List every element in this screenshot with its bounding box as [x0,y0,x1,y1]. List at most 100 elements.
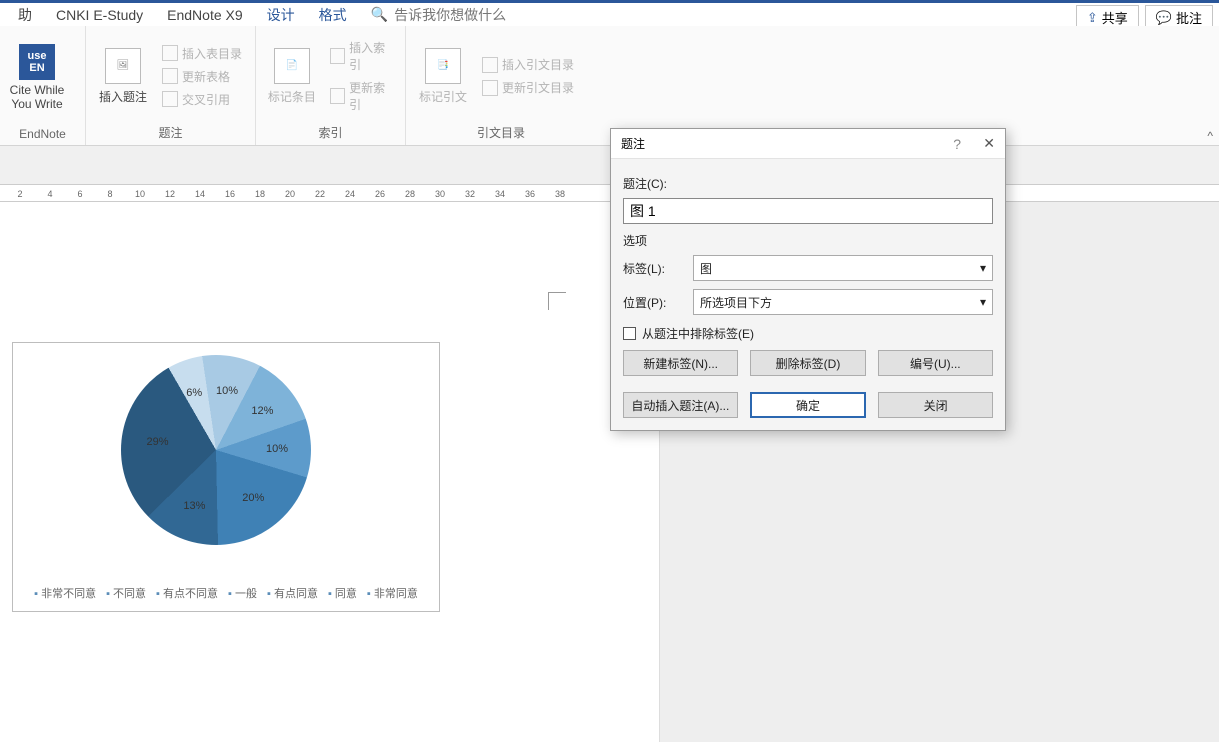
insert-index-label: 插入索引 [349,39,395,73]
chevron-down-icon: ▾ [980,261,986,275]
ribbon-group-label-citation: 引文目录 [412,122,590,145]
update-index-button[interactable]: 更新索引 [326,77,399,115]
ribbon-group-label-endnote: EndNote [6,125,79,145]
ruler-tick: 20 [285,189,295,199]
dialog-title-text: 题注 [621,135,645,152]
new-label-button[interactable]: 新建标签(N)... [623,350,738,376]
ruler-tick: 12 [165,189,175,199]
position-label: 位置(P): [623,294,683,311]
legend-item: 非常不同意 [34,585,96,601]
endnote-icon: useEN [19,44,55,80]
chevron-down-icon: ▾ [980,295,986,309]
crossref-icon [162,91,178,107]
ruler-tick: 4 [47,189,52,199]
ruler-tick: 16 [225,189,235,199]
ribbon-group-label-caption: 题注 [92,122,249,145]
share-icon: ⇪ [1087,10,1098,26]
tab-format[interactable]: 格式 [307,3,359,26]
cross-ref-button[interactable]: 交叉引用 [158,89,246,110]
mark-entry-button[interactable]: 📄 标记条目 [262,30,322,122]
cross-ref-label: 交叉引用 [182,91,230,108]
chart-legend: 非常不同意不同意有点不同意一般有点同意同意非常同意 [13,585,439,601]
tab-cnki[interactable]: CNKI E-Study [44,3,155,26]
tab-design[interactable]: 设计 [255,3,307,26]
ruler-tick: 30 [435,189,445,199]
list-icon [330,48,345,64]
ruler-tick: 28 [405,189,415,199]
caption-icon: 🖼 [105,48,141,84]
tag-select-value: 图 [700,260,712,277]
refresh-icon [482,80,498,96]
pie-slice-label: 6% [186,387,202,399]
ruler-tick: 14 [195,189,205,199]
position-select[interactable]: 所选项目下方 ▾ [693,289,993,315]
endnote-cite-label: Cite While You Write [6,84,68,110]
insert-index-button[interactable]: 插入索引 [326,37,399,75]
update-table-button[interactable]: 更新表格 [158,66,246,87]
comment-label: 批注 [1176,8,1202,27]
refresh-icon [330,88,345,104]
insert-caption-label: 插入题注 [99,88,147,105]
dialog-titlebar[interactable]: 题注 ? ✕ [611,129,1005,159]
ruler-tick: 24 [345,189,355,199]
legend-item: 有点同意 [267,585,318,601]
ruler-tick: 34 [495,189,505,199]
tell-me-placeholder: 告诉我你想做什么 [394,5,506,25]
insert-tof-label: 插入表目录 [182,45,242,62]
ruler-tick: 26 [375,189,385,199]
legend-item: 不同意 [106,585,146,601]
insert-toa-button[interactable]: 插入引文目录 [478,54,578,75]
tell-me-search[interactable]: 🔍 告诉我你想做什么 [371,5,506,25]
pie-slice-label: 10% [216,385,238,397]
pie-chart-object[interactable]: 6%10%12%10%20%13%29% 非常不同意不同意有点不同意一般有点同意… [12,342,440,612]
position-select-value: 所选项目下方 [700,294,772,311]
endnote-cite-button[interactable]: useEN Cite While You Write [6,30,68,125]
list-icon [482,57,498,73]
dialog-close-button[interactable]: ✕ [983,135,995,152]
insert-caption-button[interactable]: 🖼 插入题注 [92,30,154,122]
page-corner-mark [548,292,566,310]
ruler-tick: 2 [17,189,22,199]
auto-caption-button[interactable]: 自动插入题注(A)... [623,392,738,418]
ruler-tick: 18 [255,189,265,199]
ruler-tick: 38 [555,189,565,199]
exclude-label-checkbox[interactable]: 从题注中排除标签(E) [623,325,993,342]
exclude-label-text: 从题注中排除标签(E) [642,325,754,342]
comment-icon: 💬 [1156,10,1172,26]
search-icon: 🔍 [371,6,388,23]
refresh-icon [162,68,178,84]
document-page[interactable]: 6%10%12%10%20%13%29% 非常不同意不同意有点不同意一般有点同意… [0,202,660,742]
ok-button[interactable]: 确定 [750,392,867,418]
ribbon-group-label-index: 索引 [262,122,399,145]
numbering-button[interactable]: 编号(U)... [878,350,993,376]
update-table-label: 更新表格 [182,68,230,85]
ruler-tick: 6 [77,189,82,199]
legend-item: 非常同意 [367,585,418,601]
tag-select[interactable]: 图 ▾ [693,255,993,281]
caption-dialog: 题注 ? ✕ 题注(C): 选项 标签(L): 图 ▾ 位置(P): 所选项目下… [610,128,1006,431]
insert-tof-button[interactable]: 插入表目录 [158,43,246,64]
close-button[interactable]: 关闭 [878,392,993,418]
ruler-tick: 8 [107,189,112,199]
update-toa-label: 更新引文目录 [502,79,574,96]
ruler-tick: 22 [315,189,325,199]
legend-item: 同意 [328,585,357,601]
pie-slice-label: 29% [147,436,169,448]
mark-citation-label: 标记引文 [419,88,467,105]
caption-field-label: 题注(C): [623,175,993,192]
insert-toa-label: 插入引文目录 [502,56,574,73]
ruler-tick: 36 [525,189,535,199]
pie-slice-label: 10% [266,443,288,455]
update-index-label: 更新索引 [349,79,395,113]
legend-item: 一般 [228,585,257,601]
tag-label: 标签(L): [623,260,683,277]
tab-endnote[interactable]: EndNote X9 [155,3,255,26]
caption-input[interactable] [623,198,993,224]
ruler-tick: 32 [465,189,475,199]
update-toa-button[interactable]: 更新引文目录 [478,77,578,98]
mark-citation-button[interactable]: 📑 标记引文 [412,30,474,122]
collapse-ribbon-button[interactable]: ^ [1207,129,1213,143]
delete-label-button[interactable]: 删除标签(D) [750,350,865,376]
tab-help[interactable]: 助 [6,3,44,26]
dialog-help-button[interactable]: ? [953,136,961,152]
